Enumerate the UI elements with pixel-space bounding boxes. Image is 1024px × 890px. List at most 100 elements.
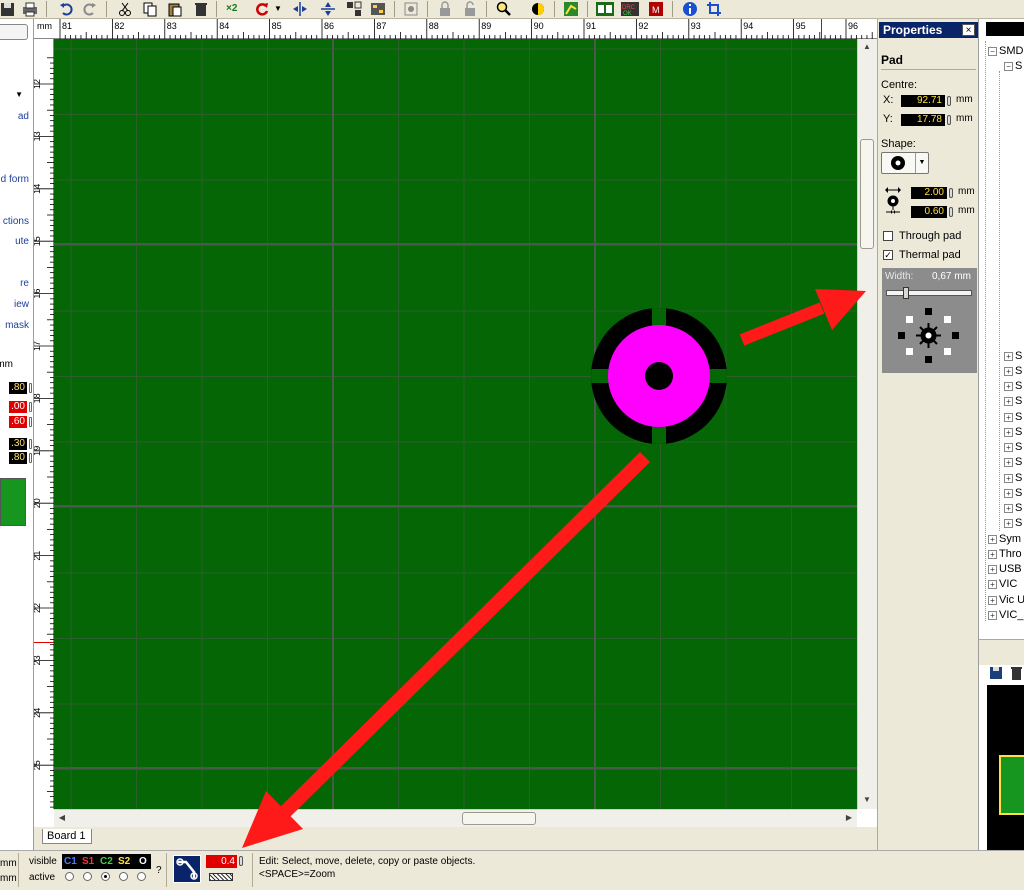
chevron-down-icon[interactable]: ▼ — [15, 90, 23, 99]
scroll-left-arrow-icon[interactable]: ◀ — [57, 813, 67, 823]
thermal-pad[interactable] — [584, 301, 734, 451]
thermal-spoke-selector-icon[interactable] — [896, 306, 966, 366]
thermal-pad-checkbox[interactable]: ✓ — [883, 250, 893, 260]
lock-icon[interactable] — [437, 1, 453, 17]
drill-diameter-input[interactable]: 0.60 — [911, 206, 947, 218]
layer-s2-toggle[interactable]: S2 — [116, 855, 132, 868]
scroll-up-arrow-icon[interactable]: ▲ — [862, 42, 872, 52]
mirror-horizontal-icon[interactable] — [292, 1, 308, 17]
paste-icon[interactable] — [167, 1, 183, 17]
color-preview[interactable] — [0, 478, 26, 526]
save-icon[interactable] — [989, 666, 1003, 680]
print-icon[interactable] — [22, 1, 38, 17]
tree-item[interactable]: + S — [1004, 501, 1022, 515]
left-value-field[interactable]: .30 — [9, 438, 27, 450]
layer-c2-toggle[interactable]: C2 — [98, 855, 115, 868]
active-layer-radio[interactable] — [83, 872, 92, 881]
active-layer-radio[interactable] — [101, 872, 110, 881]
active-layer-radio[interactable] — [65, 872, 74, 881]
width-slider[interactable] — [886, 287, 972, 299]
spin-icon[interactable] — [29, 453, 32, 463]
save-icon[interactable] — [0, 1, 16, 17]
shape-select[interactable]: ▼ — [881, 152, 929, 174]
tree-group[interactable]: + VIC — [988, 577, 1017, 591]
tab-board-1[interactable]: Board 1 — [42, 829, 92, 844]
tree-group[interactable]: + Thro — [988, 547, 1022, 561]
spin-icon[interactable] — [29, 383, 32, 393]
tree-group[interactable]: + Sym — [988, 532, 1021, 546]
horizontal-scroll-thumb[interactable] — [462, 812, 536, 825]
tree-item[interactable]: + S — [1004, 364, 1022, 378]
layer-c1-toggle[interactable]: C1 — [62, 855, 79, 868]
autoroute-icon[interactable] — [563, 1, 579, 17]
spin-icon[interactable] — [29, 402, 32, 412]
ungroup-icon[interactable] — [370, 1, 386, 17]
tree-group[interactable]: + USB — [988, 562, 1022, 576]
scroll-down-arrow-icon[interactable]: ▼ — [862, 795, 872, 805]
spin-icon[interactable] — [29, 439, 32, 449]
tree-item[interactable]: + S — [1004, 379, 1022, 393]
left-value-field[interactable]: .80 — [9, 382, 27, 394]
left-link-route[interactable]: ute — [15, 236, 29, 247]
redo-icon[interactable] — [82, 1, 98, 17]
delete-icon[interactable] — [1009, 666, 1023, 680]
drc-icon[interactable]: DRC OK — [620, 1, 640, 17]
pad-diameter-input[interactable]: 2.00 — [911, 187, 947, 199]
layer-s1-toggle[interactable]: S1 — [80, 855, 96, 868]
spin-icon[interactable] — [29, 417, 32, 427]
crop-icon[interactable] — [706, 1, 722, 17]
width-slider-thumb[interactable] — [903, 287, 909, 299]
vertical-scroll-thumb[interactable] — [860, 139, 874, 249]
tree-item[interactable]: + S — [1004, 425, 1022, 439]
through-pad-checkbox[interactable] — [883, 231, 893, 241]
rotate-icon[interactable] — [254, 1, 270, 17]
track-width-input[interactable]: 0.4 — [206, 855, 237, 868]
mirror-vertical-icon[interactable] — [320, 1, 336, 17]
horizontal-scrollbar[interactable]: ◀ ▶ — [54, 809, 857, 827]
tree-item[interactable]: + S — [1004, 455, 1022, 469]
undo-icon[interactable] — [58, 1, 74, 17]
tree-item[interactable]: + S — [1004, 410, 1022, 424]
tree-group[interactable]: + Vic U — [988, 593, 1024, 607]
spin-icon[interactable] — [239, 856, 243, 866]
left-value-field[interactable]: .00 — [9, 401, 27, 413]
track-tool-icon[interactable] — [173, 855, 201, 883]
scroll-right-arrow-icon[interactable]: ▶ — [844, 813, 854, 823]
pcb-board-canvas[interactable] — [54, 39, 857, 809]
left-link-form[interactable]: d form — [1, 174, 29, 185]
snap-icon[interactable] — [403, 1, 419, 17]
tree-group[interactable]: + VIC_ — [988, 608, 1023, 622]
cut-icon[interactable] — [117, 1, 133, 17]
hatch-pattern-icon[interactable] — [209, 873, 233, 881]
spin-icon[interactable] — [949, 207, 953, 217]
delete-icon[interactable] — [193, 1, 209, 17]
layer-o-toggle[interactable]: O — [137, 855, 149, 868]
left-link-connections[interactable]: ctions — [3, 216, 29, 227]
tree-node[interactable]: − S — [1004, 59, 1022, 73]
unlock-icon[interactable] — [462, 1, 478, 17]
left-link-pad[interactable]: ad — [18, 111, 29, 122]
centre-y-input[interactable]: 17.78 — [901, 114, 945, 126]
vertical-scrollbar[interactable]: ▲ ▼ — [857, 39, 877, 809]
tree-item[interactable]: + S — [1004, 440, 1022, 454]
tree-item[interactable]: + S — [1004, 349, 1022, 363]
close-icon[interactable]: × — [962, 24, 975, 36]
centre-x-input[interactable]: 92.71 — [901, 95, 945, 107]
spin-icon[interactable] — [947, 96, 951, 106]
tree-root[interactable]: − SMD — [988, 44, 1023, 58]
tree-item[interactable]: + S — [1004, 486, 1022, 500]
left-link-view[interactable]: iew — [14, 299, 29, 310]
left-value-field[interactable]: .60 — [9, 416, 27, 428]
scanned-copy-icon[interactable] — [530, 1, 546, 17]
left-link-are[interactable]: re — [20, 278, 29, 289]
collapsed-button[interactable] — [0, 24, 28, 40]
chevron-down-icon[interactable]: ▼ — [915, 153, 928, 173]
multiply-icon[interactable]: ×2 — [226, 1, 246, 17]
active-layer-radio[interactable] — [137, 872, 146, 881]
copy-icon[interactable] — [142, 1, 158, 17]
help-mark[interactable]: ? — [156, 865, 162, 876]
tree-item[interactable]: + S — [1004, 394, 1022, 408]
macro-icon[interactable]: M — [648, 1, 664, 17]
chevron-down-icon[interactable]: ▼ — [274, 1, 284, 17]
info-icon[interactable] — [682, 1, 698, 17]
